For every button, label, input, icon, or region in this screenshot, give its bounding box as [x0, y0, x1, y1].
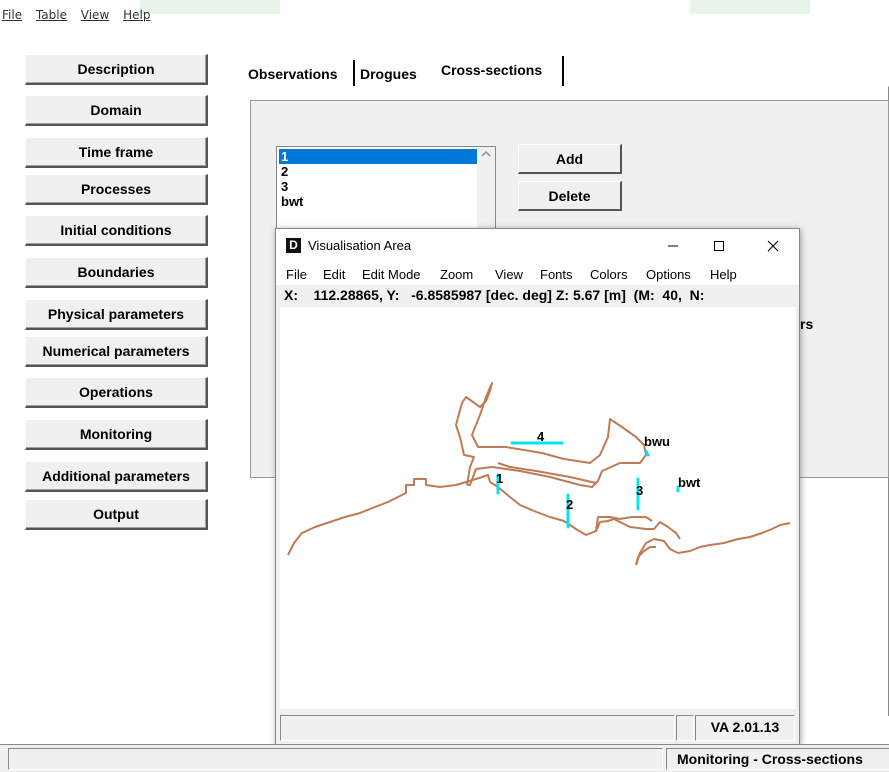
- tab-observations[interactable]: Observations: [248, 62, 337, 86]
- vis-menu-help[interactable]: Help: [710, 267, 737, 282]
- app-window: { "menubar": { "items": ["File", "Table"…: [0, 0, 889, 772]
- vis-menu-zoom[interactable]: Zoom: [440, 267, 473, 282]
- menu-help[interactable]: Help: [123, 8, 150, 22]
- additional-parameters-button[interactable]: Additional parameters: [25, 461, 208, 492]
- map-drawing: 4 1 2 3 bwu bwt: [287, 382, 791, 566]
- label-1: 1: [496, 471, 503, 486]
- coastline: [287, 382, 791, 566]
- label-bwt: bwt: [678, 475, 701, 490]
- physical-parameters-button[interactable]: Physical parameters: [25, 299, 208, 330]
- visualisation-window: D Visualisation Area File Edit Edit Mode…: [275, 228, 800, 746]
- tab-divider: [562, 56, 564, 86]
- vis-menu-options[interactable]: Options: [646, 267, 691, 282]
- boundaries-button[interactable]: Boundaries: [25, 257, 208, 288]
- close-button[interactable]: [750, 233, 796, 259]
- vis-menu-edit[interactable]: Edit: [323, 267, 345, 282]
- close-icon: [767, 240, 779, 252]
- menu-file[interactable]: File: [2, 8, 22, 22]
- list-item[interactable]: bwt: [279, 194, 477, 209]
- list-item[interactable]: 1: [279, 149, 477, 164]
- list-item[interactable]: 3: [279, 179, 477, 194]
- list-item[interactable]: 2: [279, 164, 477, 179]
- map-canvas[interactable]: 4 1 2 3 bwu bwt: [280, 307, 796, 709]
- vis-menu-edit-mode[interactable]: Edit Mode: [362, 267, 421, 282]
- cross-section-lines: [496, 441, 680, 529]
- coordinate-readout: X: 112.28865, Y: -6.8585987 [dec. deg] Z…: [276, 285, 799, 305]
- main-menubar: File Table View Help: [2, 8, 160, 28]
- minimize-button[interactable]: [650, 233, 696, 259]
- label-bwu: bwu: [644, 434, 670, 449]
- label-3: 3: [636, 483, 643, 498]
- maximize-button[interactable]: [696, 233, 742, 259]
- cross-section-line-bwu[interactable]: [644, 449, 650, 457]
- numerical-parameters-button[interactable]: Numerical parameters: [25, 336, 208, 367]
- main-statusbar: Monitoring - Cross-sections: [0, 744, 889, 772]
- operations-button[interactable]: Operations: [25, 377, 208, 408]
- background-watermark: [690, 0, 810, 14]
- menu-view[interactable]: View: [81, 8, 109, 22]
- cross-section-list[interactable]: 1 2 3 bwt: [276, 146, 496, 230]
- menu-table[interactable]: Table: [36, 8, 67, 22]
- label-2: 2: [566, 497, 573, 512]
- add-button[interactable]: Add: [518, 144, 622, 174]
- status-field: [8, 748, 663, 770]
- tab-drogues[interactable]: Drogues: [360, 62, 417, 86]
- delete-button[interactable]: Delete: [518, 181, 622, 211]
- chevron-up-icon[interactable]: [477, 147, 495, 161]
- description-button[interactable]: Description: [25, 54, 208, 85]
- vis-menu-colors[interactable]: Colors: [590, 267, 628, 282]
- vis-title: Visualisation Area: [308, 238, 412, 253]
- status-text: Monitoring - Cross-sections: [666, 748, 889, 770]
- minimize-icon: [668, 245, 678, 247]
- tab-cross-sections[interactable]: Cross-sections: [441, 58, 542, 82]
- output-button[interactable]: Output: [25, 499, 208, 530]
- time-frame-button[interactable]: Time frame: [25, 137, 208, 168]
- version-label: VA 2.01.13: [695, 715, 795, 741]
- app-logo-icon: D: [286, 238, 301, 253]
- tab-strip: Observations Drogues Cross-sections: [236, 56, 576, 86]
- tab-divider: [353, 60, 355, 86]
- vis-menu-view[interactable]: View: [495, 267, 523, 282]
- processes-button[interactable]: Processes: [25, 174, 208, 205]
- initial-conditions-button[interactable]: Initial conditions: [25, 215, 208, 246]
- background-watermark: [140, 0, 280, 14]
- vis-status-field: [280, 715, 675, 741]
- partial-label: rs: [800, 316, 814, 332]
- label-4: 4: [537, 429, 545, 444]
- list-scrollbar[interactable]: [477, 147, 495, 229]
- monitoring-button[interactable]: Monitoring: [25, 419, 208, 450]
- maximize-icon: [714, 241, 724, 251]
- vis-menubar: File Edit Edit Mode Zoom View Fonts Colo…: [276, 263, 799, 285]
- vis-statusbar: VA 2.01.13: [276, 711, 799, 745]
- vis-menu-fonts[interactable]: Fonts: [540, 267, 573, 282]
- vis-menu-file[interactable]: File: [286, 267, 307, 282]
- vis-status-field: [676, 715, 694, 741]
- domain-button[interactable]: Domain: [25, 95, 208, 126]
- vis-title-bar[interactable]: D Visualisation Area: [276, 229, 799, 263]
